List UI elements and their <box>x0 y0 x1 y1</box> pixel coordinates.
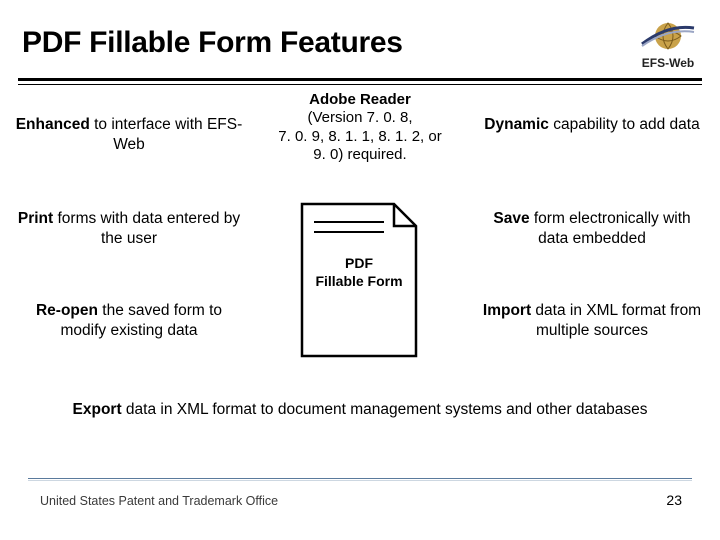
feature-enhanced: Enhanced to interface with EFS-Web <box>14 115 244 155</box>
adobe-reader-note: Adobe Reader (Version 7. 0. 8, 7. 0. 9, … <box>252 91 468 164</box>
globe-ring-icon <box>638 16 698 54</box>
footer-text: United States Patent and Trademark Offic… <box>40 494 278 508</box>
page-number: 23 <box>666 492 682 508</box>
title-divider <box>18 78 702 85</box>
feature-export: Export data in XML format to document ma… <box>0 400 720 420</box>
page-title: PDF Fillable Form Features <box>22 26 403 60</box>
footer-divider <box>28 478 692 481</box>
efs-web-logo: EFS-Web <box>638 16 698 70</box>
feature-save: Save form electronically with data embed… <box>478 209 706 249</box>
doc-label-line1: PDF <box>345 255 373 271</box>
logo-text: EFS-Web <box>642 56 694 70</box>
document-icon: PDF Fillable Form <box>284 196 434 371</box>
doc-label-line2: Fillable Form <box>315 273 402 289</box>
feature-reopen: Re-open the saved form to modify existin… <box>14 301 244 341</box>
feature-dynamic: Dynamic capability to add data <box>478 115 706 135</box>
feature-import: Import data in XML format from multiple … <box>478 301 706 341</box>
feature-print: Print forms with data entered by the use… <box>14 209 244 249</box>
